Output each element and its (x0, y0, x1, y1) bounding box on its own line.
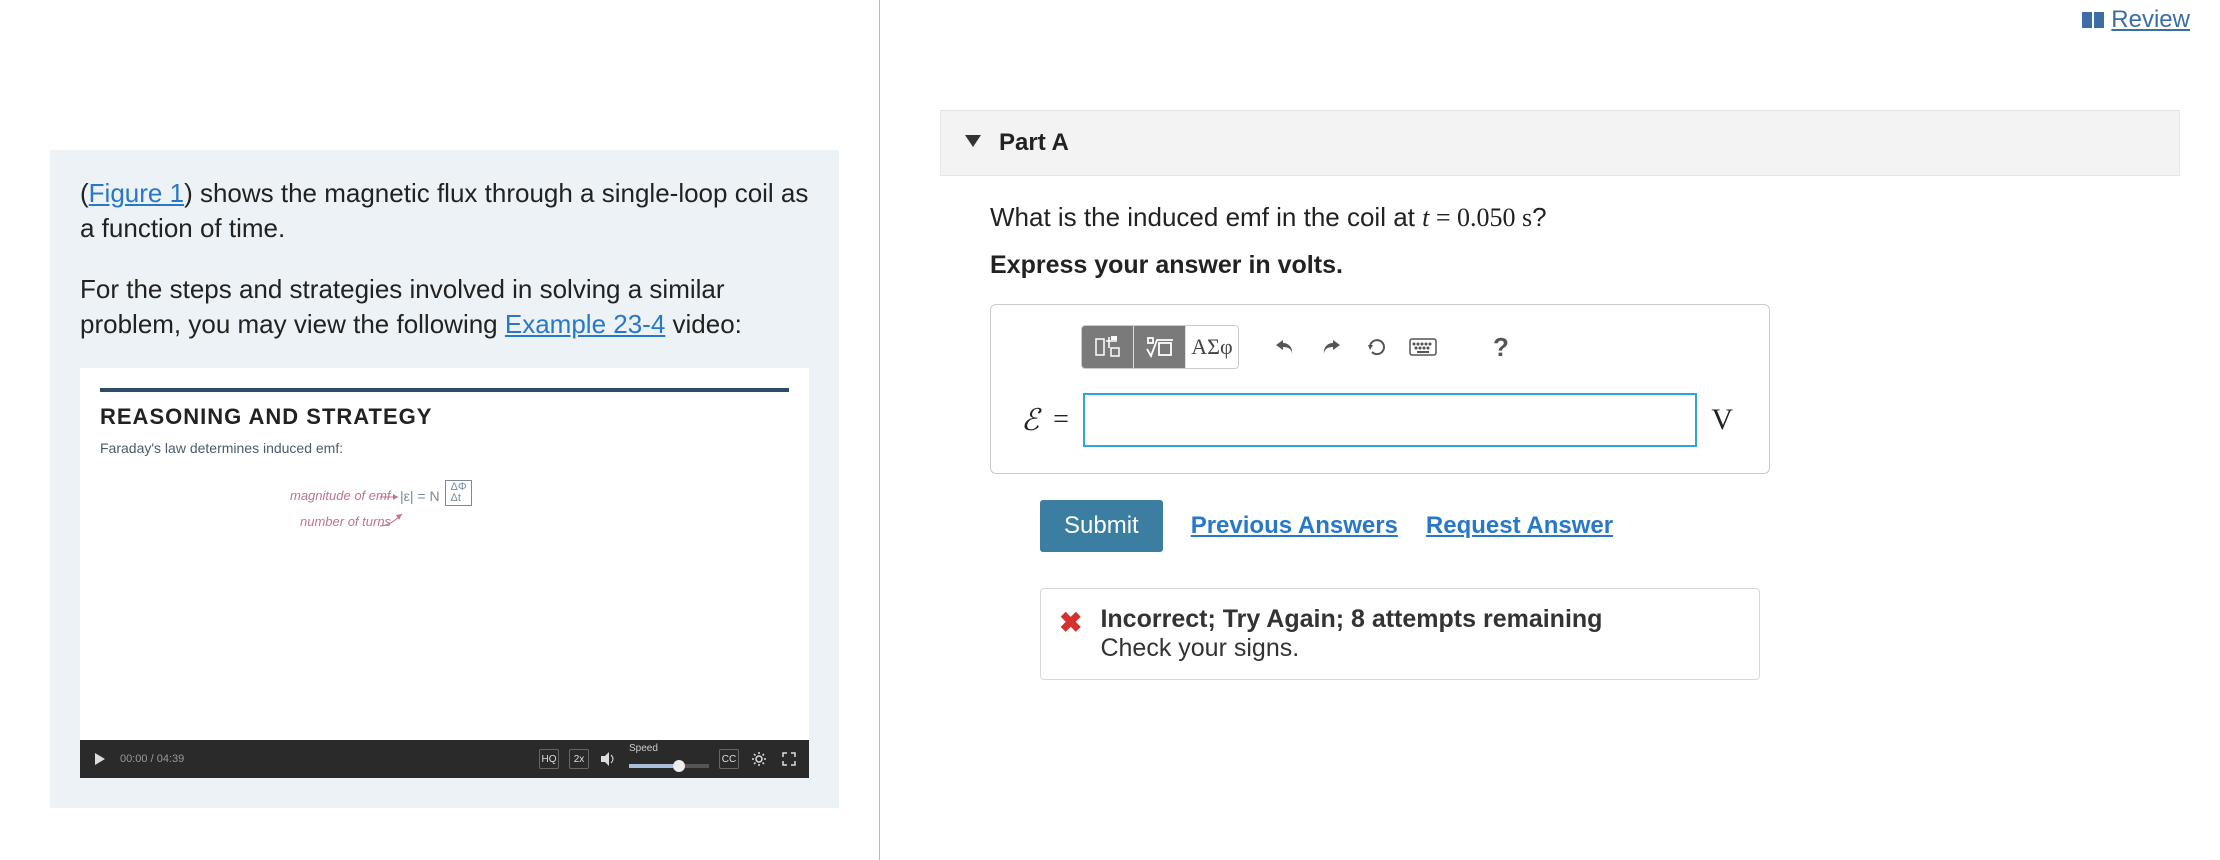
feedback-line2: Check your signs. (1100, 634, 1602, 663)
feedback-box: ✖ Incorrect; Try Again; 8 attempts remai… (1040, 588, 1760, 680)
info-box: (Figure 1) shows the magnetic flux throu… (50, 150, 839, 808)
sqrt-button[interactable] (1134, 326, 1186, 368)
speed-label: Speed (629, 743, 658, 754)
caption-button[interactable]: CC (719, 749, 739, 769)
template-button[interactable] (1082, 326, 1134, 368)
problem-statement-panel: (Figure 1) shows the magnetic flux throu… (0, 0, 880, 860)
speed-slider[interactable] (629, 764, 709, 768)
equation-toolbar: ΑΣφ ? (991, 305, 1769, 383)
answer-instruction: Express your answer in volts. (990, 251, 2170, 280)
diagram-label-magnitude: magnitude of emf (290, 488, 390, 503)
book-icon (2081, 10, 2105, 30)
play-icon[interactable] (90, 749, 110, 769)
quality-badge[interactable]: HQ (539, 749, 559, 769)
part-header: Part A (940, 110, 2180, 176)
para2-tail: video: (665, 309, 742, 339)
example-link[interactable]: Example 23-4 (505, 309, 665, 339)
settings-icon[interactable] (749, 749, 769, 769)
answer-symbol: ℰ (1021, 403, 1039, 438)
video-rule (100, 388, 789, 392)
answer-equals: = (1053, 404, 1069, 436)
redo-button[interactable] (1309, 326, 1353, 368)
answer-box: ΑΣφ ? (990, 304, 1770, 474)
diagram-arrow-icon (380, 492, 400, 502)
submit-button[interactable]: Submit (1040, 500, 1163, 552)
video-time: 00:00 / 04:39 (120, 753, 184, 765)
figure-link[interactable]: Figure 1 (89, 178, 184, 208)
question-text: What is the induced emf in the coil at t… (990, 202, 2170, 233)
incorrect-icon: ✖ (1059, 609, 1082, 637)
intro-tail: ) shows the magnetic flux through a sing… (80, 178, 808, 243)
previous-answers-link[interactable]: Previous Answers (1191, 512, 1398, 540)
video-diagram: magnitude of emf |ε| = N ΔΦΔt number of … (100, 470, 789, 590)
speed-badge[interactable]: 2x (569, 749, 589, 769)
review-link[interactable]: Review (2081, 6, 2190, 34)
intro-paragraph: (Figure 1) shows the magnetic flux throu… (80, 176, 809, 246)
feedback-line1: Incorrect; Try Again; 8 attempts remaini… (1100, 605, 1602, 634)
part-title: Part A (999, 129, 1069, 157)
undo-button[interactable] (1263, 326, 1307, 368)
diagram-arrow-icon (380, 512, 404, 528)
greek-button[interactable]: ΑΣφ (1186, 326, 1238, 368)
reset-button[interactable] (1355, 326, 1399, 368)
keyboard-button[interactable] (1401, 326, 1445, 368)
help-button[interactable]: ? (1479, 326, 1523, 368)
video-title: REASONING AND STRATEGY (100, 404, 789, 430)
volume-icon[interactable] (599, 749, 619, 769)
diagram-equation: |ε| = N ΔΦΔt (400, 480, 472, 506)
answer-panel: Review Part A What is the induced emf in… (880, 0, 2220, 860)
video-control-bar: 00:00 / 04:39 HQ 2x Speed CC (80, 740, 809, 778)
video-subtitle: Faraday's law determines induced emf: (100, 440, 789, 456)
strategy-paragraph: For the steps and strategies involved in… (80, 272, 809, 342)
answer-input[interactable] (1083, 393, 1697, 447)
answer-unit: V (1711, 403, 1739, 437)
request-answer-link[interactable]: Request Answer (1426, 512, 1613, 540)
fullscreen-icon[interactable] (779, 749, 799, 769)
video-thumbnail[interactable]: REASONING AND STRATEGY Faraday's law det… (80, 368, 809, 778)
collapse-icon[interactable] (965, 134, 981, 152)
diagram-label-turns: number of turns (300, 514, 391, 529)
